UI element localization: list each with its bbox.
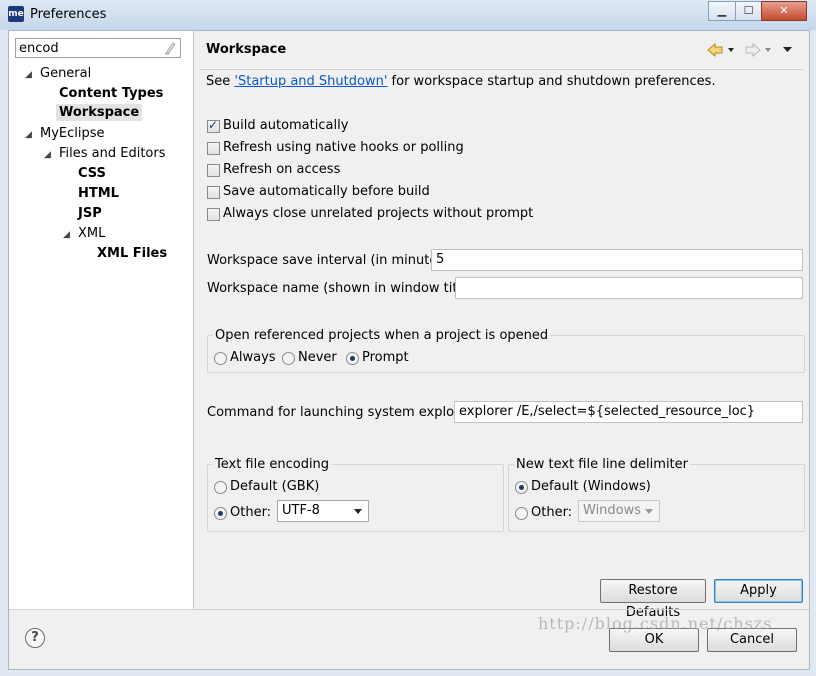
open-projects-legend: Open referenced projects when a project … [213,328,551,343]
encoding-combo[interactable]: UTF-8 [277,500,369,522]
expand-general-icon[interactable]: ◢ [25,70,32,80]
forward-menu-icon[interactable] [765,48,771,52]
save-before-build-label[interactable]: Save automatically before build [223,184,430,199]
open-always-label[interactable]: Always [230,350,276,365]
delimiter-other-label[interactable]: Other: [531,505,572,520]
filter-input[interactable] [16,39,159,57]
intro-prefix: See [206,74,235,89]
delimiter-default-label[interactable]: Default (Windows) [531,479,651,494]
build-automatically-label[interactable]: Build automatically [223,118,348,133]
tree-item-css[interactable]: CSS [78,166,106,181]
refresh-on-access-checkbox[interactable] [207,164,220,177]
startup-shutdown-link[interactable]: 'Startup and Shutdown' [234,74,387,89]
preferences-window: me Preferences ▁ ☐ ✕ ◢ General Content T… [0,0,816,676]
build-automatically-checkbox[interactable] [207,118,220,133]
expand-myeclipse-icon[interactable]: ◢ [25,130,32,140]
title-separator [200,69,803,70]
open-never-label[interactable]: Never [298,350,337,365]
open-never-radio[interactable] [282,352,295,365]
startup-info: See 'Startup and Shutdown' for workspace… [206,74,716,89]
apply-button[interactable]: Apply [714,579,803,603]
encoding-other-label[interactable]: Other: [230,505,271,520]
encoding-other-radio[interactable] [214,507,227,520]
tree-item-files-and-editors[interactable]: Files and Editors [59,146,166,161]
tree-item-xml[interactable]: XML [78,226,105,241]
workspace-name-label: Workspace name (shown in window title): [207,281,479,296]
close-button[interactable]: ✕ [761,1,807,21]
delimiter-combo[interactable]: Windows [578,500,660,522]
explorer-command-label: Command for launching system explorer: [207,405,477,420]
tree-item-myeclipse[interactable]: MyEclipse [40,126,105,141]
tree-item-content-types[interactable]: Content Types [59,86,163,101]
footer-separator [9,609,809,610]
maximize-button[interactable]: ☐ [735,1,762,21]
window-title: Preferences [30,7,107,22]
chevron-down-icon [354,509,362,514]
workspace-page: Workspace See 'Startup and Shutdown' for… [194,31,809,620]
save-interval-input[interactable]: 5 [431,249,803,271]
workspace-name-input[interactable] [455,277,803,299]
forward-icon[interactable] [745,42,761,58]
line-delimiter-legend: New text file line delimiter [514,457,690,472]
watermark-text: http://blog.csdn.net/chszs [538,614,773,633]
close-unrelated-checkbox[interactable] [207,208,220,221]
restore-defaults-button[interactable]: Restore Defaults [600,579,706,620]
close-unrelated-label[interactable]: Always close unrelated projects without … [223,206,533,221]
save-before-build-checkbox[interactable] [207,186,220,199]
refresh-on-access-label[interactable]: Refresh on access [223,162,340,177]
filter-field[interactable] [15,38,181,58]
chevron-down-icon [645,509,653,514]
delimiter-default-radio[interactable] [515,481,528,494]
app-icon: me [8,6,24,22]
refresh-native-hooks-label[interactable]: Refresh using native hooks or polling [223,140,464,155]
help-icon[interactable]: ? [25,628,45,648]
clear-filter-icon[interactable] [164,41,176,55]
view-menu-icon[interactable] [783,47,792,52]
encoding-default-label[interactable]: Default (GBK) [230,479,319,494]
open-prompt-radio[interactable] [346,352,359,365]
encoding-combo-value: UTF-8 [282,503,320,518]
tree-item-xml-files[interactable]: XML Files [97,246,167,261]
open-prompt-label[interactable]: Prompt [362,350,409,365]
save-interval-label: Workspace save interval (in minutes): [207,253,454,268]
history-nav [707,42,792,58]
intro-suffix: for workspace startup and shutdown prefe… [387,74,716,89]
open-always-radio[interactable] [214,352,227,365]
title-bar[interactable]: me Preferences ▁ ☐ ✕ [0,0,816,30]
refresh-native-hooks-checkbox[interactable] [207,142,220,155]
encoding-default-radio[interactable] [214,481,227,494]
back-icon[interactable] [707,42,723,58]
tree-item-workspace[interactable]: Workspace [56,104,143,121]
delimiter-combo-value: Windows [583,503,642,518]
minimize-button[interactable]: ▁ [708,1,736,21]
preference-tree-pane: ◢ General Content Types Workspace ◢ MyEc… [9,31,194,609]
tree-item-general[interactable]: General [40,66,91,81]
delimiter-other-radio[interactable] [515,507,528,520]
expand-files-editors-icon[interactable]: ◢ [44,150,51,160]
dialog-client-area: ◢ General Content Types Workspace ◢ MyEc… [8,30,810,670]
explorer-command-input[interactable]: explorer /E,/select=${selected_resource_… [454,401,803,423]
text-file-encoding-legend: Text file encoding [213,457,332,472]
tree-item-jsp[interactable]: JSP [78,206,102,221]
tree-item-html[interactable]: HTML [78,186,119,201]
back-menu-icon[interactable] [728,48,734,52]
page-title: Workspace [206,42,287,57]
expand-xml-icon[interactable]: ◢ [63,230,70,240]
